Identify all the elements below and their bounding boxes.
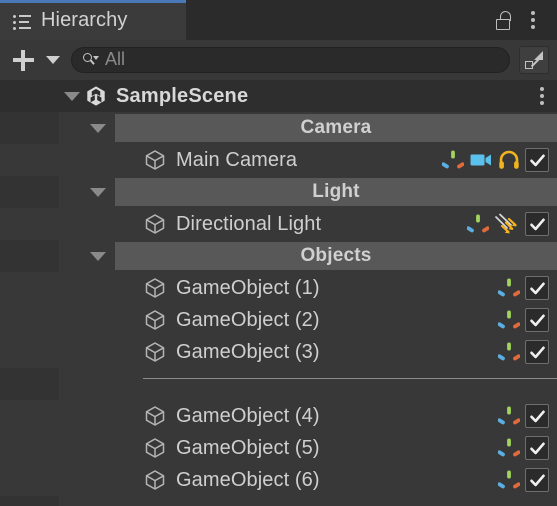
unlocked-padlock-icon [495,10,512,30]
section-title-objects: Objects [300,244,372,266]
object-enabled-checkbox[interactable] [525,404,549,428]
section-bar-camera: Camera [115,114,557,142]
section-bar-objects: Objects [115,242,557,270]
row-badges [466,212,557,236]
object-enabled-checkbox[interactable] [525,212,549,236]
object-name: GameObject (1) [176,276,320,299]
video-camera-icon [469,149,493,171]
object-enabled-checkbox[interactable] [525,436,549,460]
tree-row-gameobject-5[interactable]: GameObject (5) [0,432,557,464]
drag-drop-separator [0,368,557,388]
lock-button[interactable] [490,6,516,34]
scene-foldout-toggle[interactable] [63,87,81,105]
hierarchy-tree[interactable]: SampleScene Camera Main Camera Light Dir… [0,80,557,506]
triangle-down-icon [90,187,106,197]
cube-icon [143,340,167,364]
camera-foldout-toggle[interactable] [89,119,107,137]
cube-icon [143,148,167,172]
object-name: GameObject (3) [176,340,320,363]
headphones-icon [498,149,520,171]
row-badges [497,340,557,364]
row-badges [497,468,557,492]
object-enabled-checkbox[interactable] [525,308,549,332]
axis-gizmo-icon [497,309,521,331]
kebab-menu-icon [540,87,544,105]
separator-line [143,378,557,379]
tree-row-gameobject-2[interactable]: GameObject (2) [0,304,557,336]
chevron-down-icon [46,56,60,64]
tree-row-gameobject-4[interactable]: GameObject (4) [0,400,557,432]
scene-name: SampleScene [116,84,249,107]
light-foldout-toggle[interactable] [89,183,107,201]
tabbar-actions [490,0,557,40]
section-title-camera: Camera [300,116,372,138]
tree-row-directional-light[interactable]: Directional Light [0,208,557,240]
hierarchy-toolbar: All [0,40,557,80]
section-bar-light: Light [115,178,557,206]
objects-foldout-toggle[interactable] [89,247,107,265]
row-badges [497,276,557,300]
axis-gizmo-icon [497,277,521,299]
row-badges [441,148,557,172]
search-input-value: All [105,49,126,69]
expand-window-button[interactable] [519,46,549,74]
triangle-down-icon [90,123,106,133]
object-name: GameObject (2) [176,308,320,331]
cube-icon [143,468,167,492]
tab-hierarchy-label: Hierarchy [41,9,128,31]
scene-menu-button[interactable] [540,87,557,105]
axis-gizmo-icon [441,149,465,171]
panel-menu-button[interactable] [520,6,546,34]
object-name: GameObject (5) [176,436,320,459]
object-enabled-checkbox[interactable] [525,276,549,300]
object-enabled-checkbox[interactable] [525,148,549,172]
kebab-menu-icon [531,11,535,29]
unity-scene-icon [85,85,107,107]
axis-gizmo-icon [497,437,521,459]
unity-hierarchy-panel: Hierarchy All SampleScene Camera Main Ca… [0,0,557,506]
row-gap [0,388,557,400]
triangle-down-icon [64,91,80,101]
row-badges [497,308,557,332]
tree-row-gameobject-1[interactable]: GameObject (1) [0,272,557,304]
cube-icon [143,436,167,460]
triangle-down-icon [90,251,106,261]
tree-section-header-light[interactable]: Light [0,176,557,208]
object-name: GameObject (4) [176,404,320,427]
directional-light-icon [494,212,520,236]
search-input[interactable]: All [71,47,510,73]
axis-gizmo-icon [497,469,521,491]
object-enabled-checkbox[interactable] [525,468,549,492]
create-button[interactable] [8,45,38,75]
expand-window-icon [525,51,543,69]
panel-tabbar: Hierarchy [0,0,557,40]
tab-hierarchy[interactable]: Hierarchy [0,0,186,40]
row-badges [497,436,557,460]
tree-row-gameobject-3[interactable]: GameObject (3) [0,336,557,368]
tree-row-scene[interactable]: SampleScene [0,80,557,112]
section-title-light: Light [312,180,360,202]
axis-gizmo-icon [497,341,521,363]
row-badges [497,404,557,428]
object-enabled-checkbox[interactable] [525,340,549,364]
object-name: Directional Light [176,212,322,235]
search-icon [83,53,99,67]
hierarchy-list-icon [13,14,31,30]
axis-gizmo-icon [497,405,521,427]
axis-gizmo-icon [466,213,490,235]
create-dropdown-button[interactable] [42,45,64,75]
cube-icon [143,308,167,332]
object-name: Main Camera [176,148,298,171]
tree-section-header-camera[interactable]: Camera [0,112,557,144]
cube-icon [143,212,167,236]
tree-row-main-camera[interactable]: Main Camera [0,144,557,176]
tree-section-header-objects[interactable]: Objects [0,240,557,272]
object-name: GameObject (6) [176,468,320,491]
cube-icon [143,276,167,300]
cube-icon [143,404,167,428]
tree-row-gameobject-6[interactable]: GameObject (6) [0,464,557,496]
